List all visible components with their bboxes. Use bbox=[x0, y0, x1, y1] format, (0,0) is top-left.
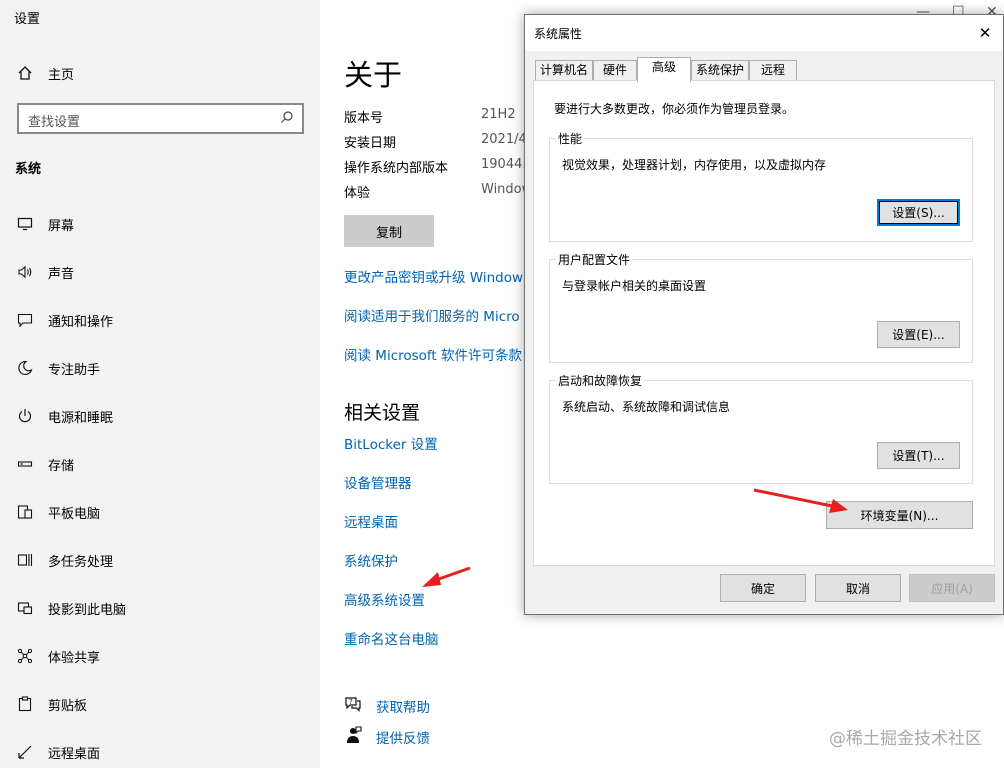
advanced-tab-panel: 要进行大多数更改，你必须作为管理员登录。 性能 视觉效果，处理器计划，内存使用，… bbox=[533, 80, 995, 566]
sidebar-item-storage[interactable]: 存储 bbox=[0, 444, 320, 484]
spec-key: 安装日期 bbox=[344, 136, 397, 151]
sidebar-item-project[interactable]: 投影到此电脑 bbox=[0, 588, 320, 628]
group-description: 与登录帐户相关的桌面设置 bbox=[562, 279, 707, 293]
apply-button[interactable]: 应用(A) bbox=[909, 574, 995, 602]
watermark: @稀土掘金技术社区 bbox=[829, 729, 982, 749]
sidebar-item-power[interactable]: 电源和睡眠 bbox=[0, 396, 320, 436]
sidebar-item-label: 电源和睡眠 bbox=[48, 410, 114, 426]
app-title: 设置 bbox=[14, 12, 41, 27]
sidebar-item-label: 远程桌面 bbox=[48, 746, 101, 762]
sidebar-item-clipboard[interactable]: 剪贴板 bbox=[0, 684, 320, 724]
tab-hardware[interactable]: 硬件 bbox=[593, 60, 637, 81]
sidebar-item-notifications[interactable]: 通知和操作 bbox=[0, 300, 320, 340]
multitask-icon bbox=[15, 550, 35, 570]
dialog-close-icon[interactable]: ✕ bbox=[973, 21, 997, 45]
tab-computer-name[interactable]: 计算机名 bbox=[535, 60, 593, 81]
sidebar-item-label: 平板电脑 bbox=[48, 506, 101, 522]
group-description: 视觉效果，处理器计划，内存使用，以及虚拟内存 bbox=[562, 158, 827, 172]
spec-value: 21H2 bbox=[481, 107, 516, 122]
services-agreement-link[interactable]: 阅读适用于我们服务的 Micro bbox=[344, 305, 520, 325]
copy-button[interactable]: 复制 bbox=[344, 215, 434, 247]
get-help-link[interactable]: 获取帮助 bbox=[376, 696, 430, 716]
sidebar-item-label: 存储 bbox=[48, 458, 75, 474]
environment-variables-button[interactable]: 环境变量(N)... bbox=[826, 501, 973, 529]
svg-text:?: ? bbox=[349, 698, 353, 706]
group-label: 用户配置文件 bbox=[556, 251, 633, 268]
sidebar-item-focus-assist[interactable]: 专注助手 bbox=[0, 348, 320, 388]
spec-key: 版本号 bbox=[344, 111, 384, 126]
search-input[interactable]: 查找设置 bbox=[17, 103, 304, 134]
power-icon bbox=[15, 406, 35, 426]
user-profiles-settings-button[interactable]: 设置(E)... bbox=[877, 321, 960, 348]
remote-desktop-icon bbox=[15, 742, 35, 762]
group-description: 系统启动、系统故障和调试信息 bbox=[562, 400, 731, 414]
device-manager-link[interactable]: 设备管理器 bbox=[344, 472, 412, 492]
related-settings-heading: 相关设置 bbox=[344, 402, 421, 424]
tab-remote[interactable]: 远程 bbox=[749, 60, 797, 81]
startup-recovery-group: 启动和故障恢复 系统启动、系统故障和调试信息 设置(T)... bbox=[549, 372, 973, 484]
storage-icon bbox=[15, 454, 35, 474]
cancel-button[interactable]: 取消 bbox=[815, 574, 901, 602]
sidebar-item-remote-desktop[interactable]: 远程桌面 bbox=[0, 732, 320, 768]
group-label: 性能 bbox=[556, 130, 585, 147]
sidebar-item-label: 多任务处理 bbox=[48, 554, 114, 570]
sidebar-item-multitasking[interactable]: 多任务处理 bbox=[0, 540, 320, 580]
dialog-title: 系统属性 bbox=[534, 27, 583, 41]
license-terms-link[interactable]: 阅读 Microsoft 软件许可条款 bbox=[344, 344, 522, 364]
clipboard-icon bbox=[15, 694, 35, 714]
share-icon bbox=[15, 646, 35, 666]
change-product-key-link[interactable]: 更改产品密钥或升级 Window bbox=[344, 266, 523, 286]
search-icon bbox=[280, 110, 294, 128]
sidebar-item-display[interactable]: 屏幕 bbox=[0, 204, 320, 244]
advanced-system-settings-link[interactable]: 高级系统设置 bbox=[344, 589, 425, 609]
user-profiles-group: 用户配置文件 与登录帐户相关的桌面设置 设置(E)... bbox=[549, 251, 973, 363]
rename-pc-link[interactable]: 重命名这台电脑 bbox=[344, 628, 439, 648]
sidebar-item-label: 屏幕 bbox=[48, 218, 75, 234]
performance-group: 性能 视觉效果，处理器计划，内存使用，以及虚拟内存 设置(S)... bbox=[549, 130, 973, 242]
feedback-icon bbox=[344, 726, 362, 744]
notification-icon bbox=[15, 310, 35, 330]
give-feedback-link[interactable]: 提供反馈 bbox=[376, 727, 430, 747]
spec-key: 操作系统内部版本 bbox=[344, 161, 449, 176]
performance-settings-button[interactable]: 设置(S)... bbox=[877, 199, 960, 226]
nav-home[interactable]: 主页 bbox=[0, 53, 320, 93]
help-icon: ? bbox=[344, 695, 362, 713]
nav-section-heading: 系统 bbox=[15, 162, 42, 177]
remote-desktop-link[interactable]: 远程桌面 bbox=[344, 511, 398, 531]
sidebar-item-label: 投影到此电脑 bbox=[48, 602, 127, 618]
sidebar-item-label: 声音 bbox=[48, 266, 75, 282]
moon-icon bbox=[15, 358, 35, 378]
sidebar-item-sound[interactable]: 声音 bbox=[0, 252, 320, 292]
nav-home-label: 主页 bbox=[48, 67, 75, 83]
sidebar-item-label: 通知和操作 bbox=[48, 314, 114, 330]
sidebar-item-label: 剪贴板 bbox=[48, 698, 88, 714]
sidebar-item-shared-experiences[interactable]: 体验共享 bbox=[0, 636, 320, 676]
monitor-icon bbox=[15, 214, 35, 234]
page-title: 关于 bbox=[344, 58, 403, 92]
sidebar-item-tablet[interactable]: 平板电脑 bbox=[0, 492, 320, 532]
group-label: 启动和故障恢复 bbox=[556, 372, 645, 389]
system-properties-dialog: 系统属性 ✕ 计算机名 硬件 高级 系统保护 远程 要进行大多数更改，你必须作为… bbox=[524, 14, 1004, 615]
sidebar-item-label: 体验共享 bbox=[48, 650, 101, 666]
tab-system-protection[interactable]: 系统保护 bbox=[691, 60, 749, 81]
dialog-titlebar: 系统属性 ✕ bbox=[525, 15, 1003, 51]
bitlocker-settings-link[interactable]: BitLocker 设置 bbox=[344, 433, 438, 453]
sidebar-item-label: 专注助手 bbox=[48, 362, 101, 378]
startup-recovery-settings-button[interactable]: 设置(T)... bbox=[877, 442, 960, 469]
admin-notice: 要进行大多数更改，你必须作为管理员登录。 bbox=[554, 102, 795, 116]
tablet-icon bbox=[15, 502, 35, 522]
speaker-icon bbox=[15, 262, 35, 282]
project-icon bbox=[15, 598, 35, 618]
home-icon bbox=[15, 63, 35, 83]
ok-button[interactable]: 确定 bbox=[720, 574, 806, 602]
system-protection-link[interactable]: 系统保护 bbox=[344, 550, 398, 570]
settings-nav: 设置 主页 查找设置 系统 屏幕 声音 通知和操作 专注助手 电源和睡眠 存储 bbox=[0, 0, 320, 768]
search-placeholder: 查找设置 bbox=[28, 115, 81, 130]
spec-key: 体验 bbox=[344, 186, 371, 201]
tab-advanced[interactable]: 高级 bbox=[637, 57, 691, 82]
